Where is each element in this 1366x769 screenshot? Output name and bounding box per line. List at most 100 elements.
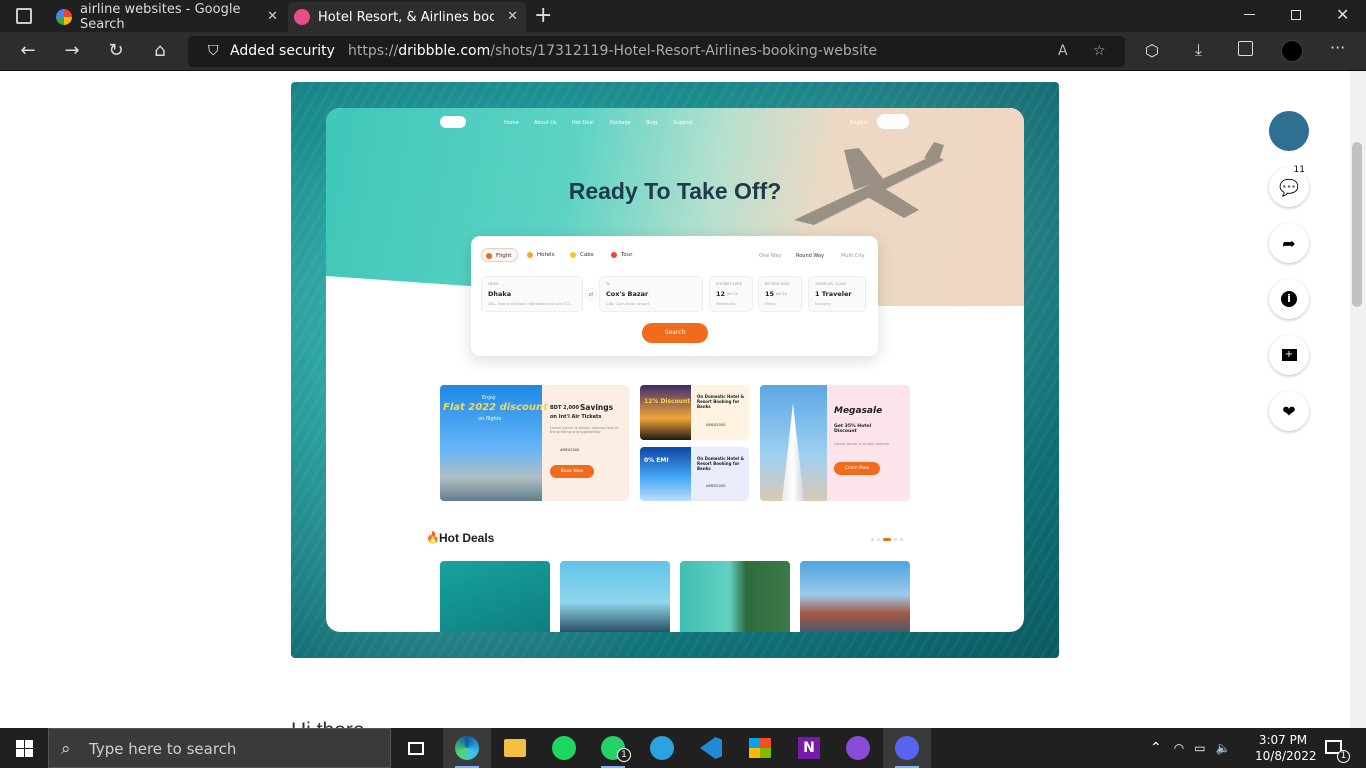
wifi-icon[interactable]: ◠ (1174, 741, 1184, 755)
forward-icon[interactable]: → (60, 40, 84, 62)
tab-google-search[interactable]: airline websites - Google Search ✕ (50, 2, 286, 32)
windows-start-icon[interactable] (16, 740, 33, 757)
nav-home[interactable]: Home (504, 120, 519, 126)
close-tab-icon[interactable]: ✕ (267, 9, 278, 24)
from-field[interactable]: FROM Dhaka DAC, Hazrat Shahjalal Internati… (481, 276, 583, 312)
to-field[interactable]: To Cox's Bazar CXB, Cox's Bazar Airport (599, 276, 703, 312)
promo-card-12-discount[interactable]: 12% Discount On Domestic Hotel & Resort … (640, 385, 749, 440)
comment-button[interactable]: 💬 11 (1269, 164, 1309, 207)
window-close-button[interactable]: ✕ (1336, 5, 1349, 24)
microsoft-store-icon[interactable] (736, 728, 784, 768)
radio-multi-city[interactable]: Multi City (841, 253, 865, 259)
site-logo[interactable] (440, 116, 466, 128)
author-avatar[interactable] (1269, 111, 1309, 151)
promo-card-megasale[interactable]: Megasale Get 35% Hotel Discount Lorem Ip… (760, 385, 910, 501)
restore-button[interactable] (1291, 10, 1301, 20)
whatsapp-icon[interactable]: 1 (589, 728, 637, 768)
traveler-field[interactable]: TRAVELER, CLASS 1 Traveler Economy (808, 276, 866, 312)
taskbar-search[interactable]: ⌕ Type here to search (48, 728, 391, 768)
swap-icon[interactable]: ⇄ (585, 288, 597, 300)
address-bar-row: ← → ↻ ⌂ ⛉ Added security https://dribbbl… (0, 32, 1366, 71)
favorite-icon[interactable]: ☆ (1093, 36, 1106, 67)
return-date-field[interactable]: RETURN DATE 15 Jan'22 Friday (758, 276, 802, 312)
radio-one-way[interactable]: One Way (759, 253, 781, 259)
description-text: Hi there (291, 719, 365, 728)
nav-support[interactable]: Support (673, 120, 693, 126)
user-menu[interactable] (877, 114, 909, 129)
clock[interactable]: 3:07 PM 10/8/2022 (1255, 732, 1317, 764)
url-text: https://dribbble.com/shots/17312119-Hote… (348, 43, 878, 59)
comment-count: 11 (1291, 164, 1307, 176)
task-view-icon[interactable] (392, 728, 440, 768)
search-button[interactable]: Search (642, 323, 708, 343)
home-icon[interactable]: ⌂ (148, 40, 172, 62)
info-icon: i (1281, 291, 1297, 307)
language-selector[interactable]: English (850, 120, 868, 126)
tab-dribbble[interactable]: Hotel Resort, & Airlines booking ✕ (288, 2, 526, 32)
browser-chrome: airline websites - Google Search ✕ Hotel… (0, 0, 1366, 71)
profile-avatar[interactable] (1281, 40, 1303, 62)
fire-icon: 🔥 (426, 531, 440, 544)
extensions-icon[interactable]: ⬡ (1145, 41, 1159, 60)
tab-tour[interactable]: Tour (607, 248, 639, 262)
share-button[interactable]: ➦ (1269, 223, 1309, 263)
nav-package[interactable]: Package (610, 120, 631, 126)
read-aloud-icon[interactable]: A (1058, 36, 1068, 67)
refresh-icon[interactable]: ↻ (104, 40, 128, 62)
dribbble-icon (294, 9, 310, 25)
github-desktop-icon[interactable] (834, 728, 882, 768)
download-icon[interactable]: ⤓ (1195, 40, 1202, 60)
folder-plus-icon: + (1281, 349, 1297, 361)
shot-image[interactable]: Home About Us Hot Deal Package Blog Supp… (291, 82, 1059, 658)
promo-card-flat-discount[interactable]: Enjoy Flat 2022 discount on flights BDT … (440, 385, 629, 501)
taskbar: ⌕ Type here to search 1 N ⌃ ◠ ▭ 🔈 3:07 P… (0, 728, 1366, 768)
claim-now-button[interactable]: Claim Now (834, 462, 880, 475)
google-icon (56, 9, 72, 25)
page-content: Home About Us Hot Deal Package Blog Supp… (0, 71, 1366, 728)
discord-icon[interactable] (883, 728, 931, 768)
spotify-icon[interactable] (540, 728, 588, 768)
deal-card[interactable] (680, 561, 790, 632)
address-bar[interactable]: ⛉ Added security https://dribbble.com/sh… (188, 36, 1125, 67)
file-explorer-icon[interactable] (491, 728, 539, 768)
radio-round-way[interactable]: Round Way (796, 253, 824, 259)
tab-flight[interactable]: Flight (481, 248, 519, 262)
more-menu-icon[interactable]: ··· (1330, 38, 1345, 57)
booking-widget: Flight Hotels Cabs Tour One Way Round Wa… (471, 236, 878, 356)
save-to-collection-button[interactable]: + (1269, 335, 1309, 375)
deal-card[interactable] (560, 561, 670, 632)
deal-card[interactable] (800, 561, 910, 632)
battery-icon[interactable]: ▭ (1194, 741, 1205, 755)
volume-icon[interactable]: 🔈 (1216, 741, 1231, 755)
book-now-button[interactable]: Book Now (550, 465, 594, 478)
nav-about[interactable]: About Us (534, 120, 557, 126)
onenote-icon[interactable]: N (785, 728, 833, 768)
shield-icon: ⛉ (208, 43, 219, 59)
nav-hot-deal[interactable]: Hot Deal (572, 120, 594, 126)
telegram-icon[interactable] (638, 728, 686, 768)
nav-blog[interactable]: Blog (646, 120, 657, 126)
system-tray: ⌃ ◠ ▭ 🔈 (1150, 728, 1231, 768)
tab-actions-icon[interactable] (16, 8, 32, 24)
tab-hotels[interactable]: Hotels (523, 248, 560, 262)
carousel-dots[interactable] (871, 538, 911, 541)
deal-card[interactable] (440, 561, 550, 632)
chevron-up-icon[interactable]: ⌃ (1150, 740, 1162, 756)
hot-deals-heading: Hot Deals (439, 531, 495, 545)
close-tab-icon[interactable]: ✕ (507, 9, 518, 24)
minimize-button[interactable] (1244, 14, 1255, 15)
tab-strip: airline websites - Google Search ✕ Hotel… (0, 0, 1366, 32)
tab-cabs[interactable]: Cabs (566, 248, 600, 262)
collections-icon[interactable] (1238, 41, 1253, 56)
info-button[interactable]: i (1269, 279, 1309, 319)
back-icon[interactable]: ← (16, 40, 40, 62)
new-tab-button[interactable]: + (534, 3, 552, 28)
heart-icon: ❤ (1282, 401, 1296, 421)
hero-title: Ready To Take Off? (568, 178, 782, 204)
edge-icon[interactable] (443, 728, 491, 768)
vscode-icon[interactable] (687, 728, 735, 768)
like-button[interactable]: ❤ (1269, 391, 1309, 431)
scrollbar-thumb[interactable] (1352, 142, 1362, 307)
promo-card-emi[interactable]: 0% EMI On Domestic Hotel & Resort Bookin… (640, 447, 749, 501)
journey-date-field[interactable]: JOURNEY DATE 12 Jan'22 Wednesday (709, 276, 753, 312)
